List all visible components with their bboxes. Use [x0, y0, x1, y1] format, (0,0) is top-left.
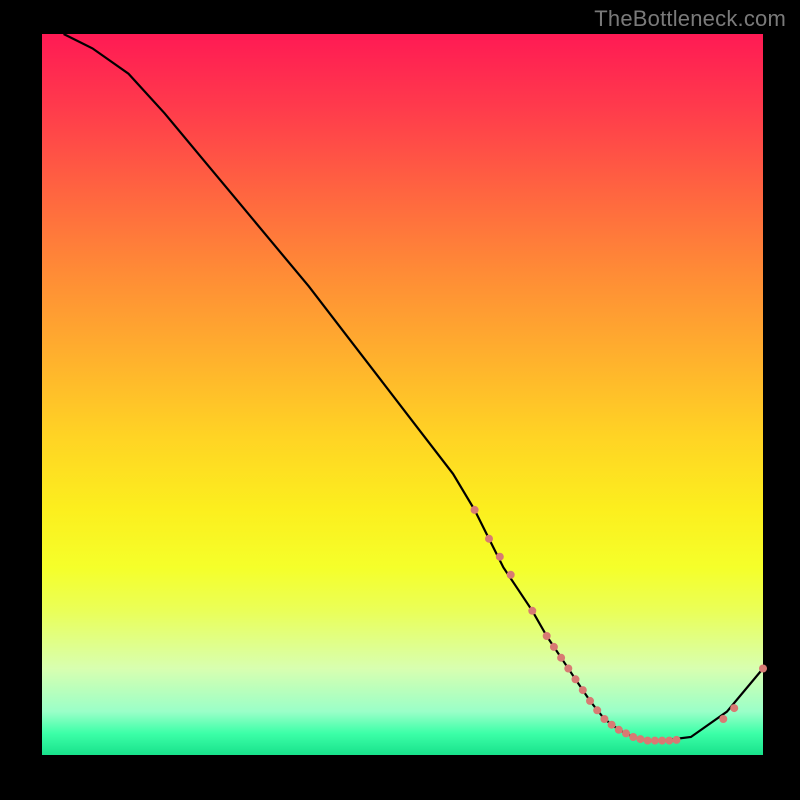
- data-point: [471, 506, 479, 514]
- watermark-text: TheBottleneck.com: [594, 6, 786, 32]
- data-point: [579, 686, 587, 694]
- data-point: [636, 735, 644, 743]
- data-point: [496, 553, 504, 561]
- data-point: [586, 697, 594, 705]
- data-point: [543, 632, 551, 640]
- data-point: [719, 715, 727, 723]
- data-point: [651, 737, 659, 745]
- data-points: [471, 506, 767, 745]
- data-point: [644, 737, 652, 745]
- data-point: [528, 607, 536, 615]
- data-point: [673, 736, 681, 744]
- plot-area: [42, 34, 763, 755]
- data-point: [507, 571, 515, 579]
- data-point: [593, 706, 601, 714]
- data-point: [600, 715, 608, 723]
- data-point: [629, 733, 637, 741]
- data-point: [550, 643, 558, 651]
- data-point: [622, 729, 630, 737]
- data-point: [608, 721, 616, 729]
- data-point: [564, 665, 572, 673]
- curve-svg: [42, 34, 763, 755]
- chart-frame: TheBottleneck.com: [0, 0, 800, 800]
- data-point: [615, 726, 623, 734]
- data-point: [658, 737, 666, 745]
- data-point: [730, 704, 738, 712]
- data-point: [485, 535, 493, 543]
- data-point: [759, 665, 767, 673]
- data-point: [572, 675, 580, 683]
- data-point: [557, 654, 565, 662]
- data-point: [665, 737, 673, 745]
- bottleneck-curve: [64, 34, 763, 741]
